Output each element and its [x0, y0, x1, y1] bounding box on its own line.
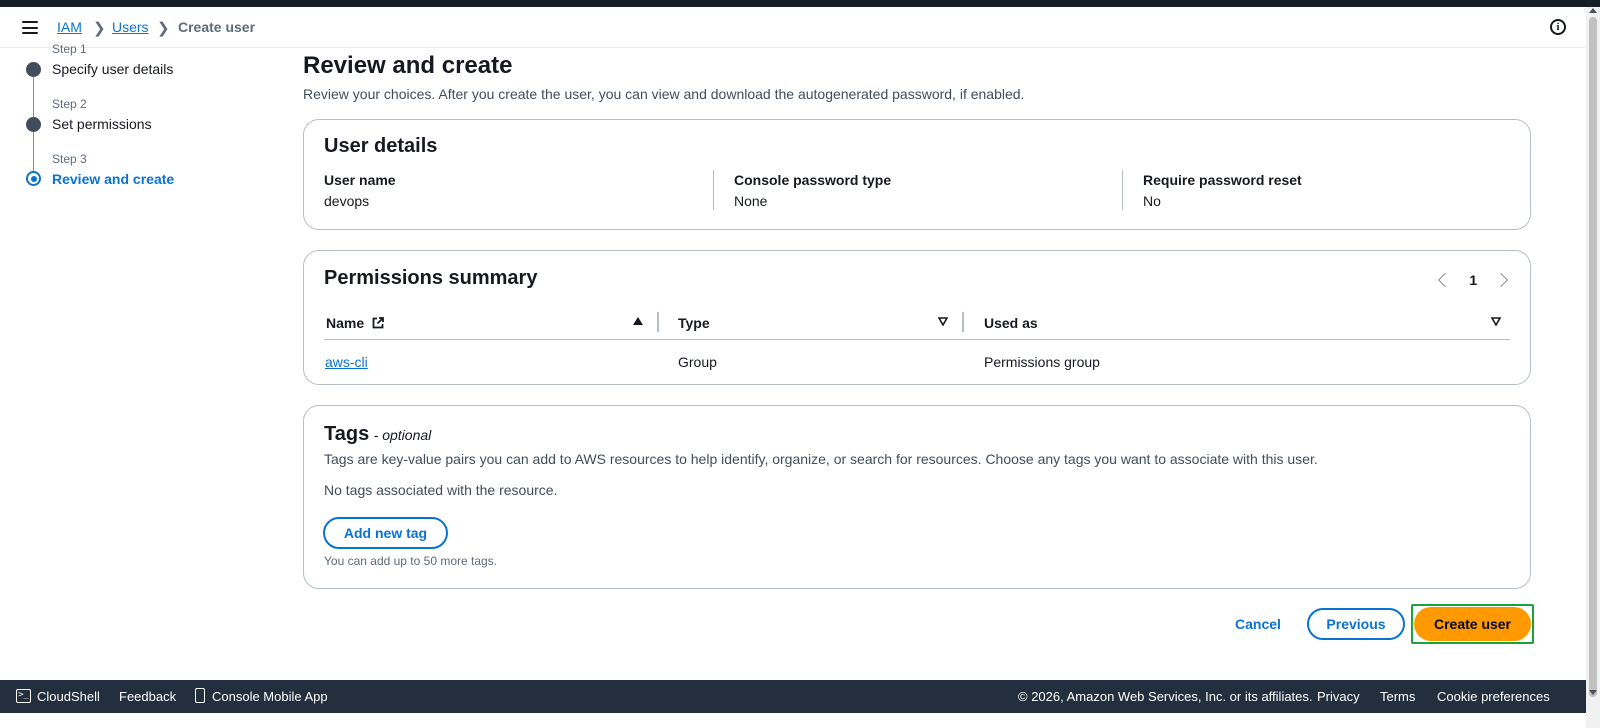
cancel-button[interactable]: Cancel [1235, 616, 1281, 632]
sort-icon[interactable] [938, 317, 948, 326]
tags-limit-hint: You can add up to 50 more tags. [324, 554, 498, 568]
external-link-icon [372, 317, 384, 329]
info-icon[interactable]: i [1550, 19, 1566, 35]
column-divider [1122, 170, 1123, 210]
column-divider [713, 170, 714, 210]
chevron-right-icon[interactable] [1493, 273, 1509, 288]
column-resizer[interactable] [962, 312, 964, 332]
chevron-left-icon[interactable] [1438, 273, 1453, 288]
step-complete-icon [26, 62, 41, 77]
field-value: None [734, 193, 768, 209]
page-number[interactable]: 1 [1469, 272, 1477, 288]
scrollbar[interactable] [1586, 7, 1600, 728]
mobile-phone-icon[interactable] [195, 688, 205, 703]
cloudshell-icon[interactable]: >_ [16, 689, 31, 703]
column-header-used-as[interactable]: Used as [984, 315, 1038, 331]
step-specify-user-details[interactable]: Specify user details [52, 61, 173, 77]
permission-used-as: Permissions group [984, 354, 1100, 370]
previous-button[interactable]: Previous [1307, 608, 1405, 640]
tags-panel: Tags - optional Tags are key-value pairs… [303, 405, 1531, 589]
field-label: Console password type [734, 172, 892, 188]
scroll-up-icon[interactable] [1589, 8, 1597, 13]
tags-title: Tags - optional [324, 423, 431, 446]
tags-description: Tags are key-value pairs you can add to … [324, 451, 1318, 467]
step-number: Step 3 [52, 152, 87, 166]
user-details-title: User details [324, 135, 438, 157]
step-set-permissions[interactable]: Set permissions [52, 116, 152, 132]
sort-ascending-icon[interactable] [633, 317, 643, 325]
page-description: Review your choices. After you create th… [303, 86, 1025, 102]
field-label: Require password reset [1143, 172, 1302, 188]
permission-type: Group [678, 354, 717, 370]
permission-name-link[interactable]: aws-cli [325, 354, 368, 370]
create-user-button[interactable]: Create user [1414, 607, 1531, 641]
field-label: User name [324, 172, 396, 188]
user-details-panel: User details User name devops Console pa… [303, 119, 1531, 230]
field-value: devops [324, 193, 370, 209]
permissions-summary-panel: Permissions summary 1 Name Type Used as … [303, 250, 1531, 385]
console-mobile-app-link[interactable]: Console Mobile App [212, 689, 328, 704]
user-name-field: User name devops [324, 172, 396, 209]
breadcrumb-users[interactable]: Users [112, 19, 149, 35]
field-value: No [1143, 193, 1161, 209]
require-password-reset-field: Require password reset No [1143, 172, 1302, 209]
breadcrumb-bar: IAM ❯ Users ❯ Create user i [0, 7, 1586, 48]
step-current-icon [26, 171, 41, 186]
step-complete-icon [26, 117, 41, 132]
table-header-divider [324, 339, 1510, 340]
breadcrumb-iam[interactable]: IAM [57, 19, 82, 35]
column-header-label: Name [326, 315, 365, 331]
console-password-type-field: Console password type None [734, 172, 891, 209]
page-title: Review and create [303, 52, 513, 79]
cookie-preferences-link[interactable]: Cookie preferences [1437, 689, 1550, 704]
console-footer: >_ CloudShell Feedback Console Mobile Ap… [0, 680, 1586, 713]
chevron-right-icon: ❯ [157, 20, 170, 37]
step-review-and-create: Review and create [52, 171, 175, 187]
feedback-link[interactable]: Feedback [119, 689, 176, 704]
step-number: Step 2 [52, 97, 87, 111]
step-number: Step 1 [52, 42, 87, 56]
breadcrumb-current: Create user [178, 19, 256, 35]
chevron-right-icon: ❯ [93, 20, 106, 37]
tags-empty-state: No tags associated with the resource. [324, 482, 558, 498]
scroll-down-icon[interactable] [1589, 690, 1597, 695]
column-header-name[interactable]: Name [326, 315, 384, 331]
scrollbar-thumb[interactable] [1589, 17, 1597, 697]
pagination: 1 [1438, 271, 1509, 288]
column-header-type[interactable]: Type [678, 315, 710, 331]
cloudshell-link[interactable]: CloudShell [37, 689, 100, 704]
privacy-link[interactable]: Privacy [1317, 689, 1360, 704]
column-resizer[interactable] [657, 312, 659, 332]
permissions-summary-title: Permissions summary [324, 267, 538, 289]
tags-title-text: Tags [324, 423, 370, 445]
terms-link[interactable]: Terms [1380, 689, 1415, 704]
tags-optional-label: - optional [373, 427, 432, 443]
sort-icon[interactable] [1491, 317, 1501, 326]
top-strip [0, 0, 1600, 7]
copyright-text: © 2026, Amazon Web Services, Inc. or its… [1018, 689, 1313, 704]
add-new-tag-button[interactable]: Add new tag [323, 517, 448, 549]
menu-icon[interactable] [22, 21, 38, 34]
